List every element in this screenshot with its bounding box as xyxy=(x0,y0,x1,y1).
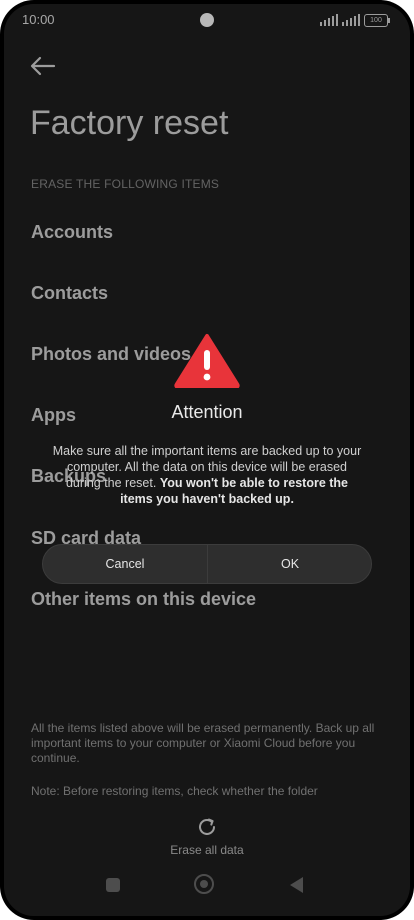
dialog-message: Make sure all the important items are ba… xyxy=(48,443,366,507)
dialog-button-bar: Cancel OK xyxy=(42,544,372,584)
screen: 10:00 100 Factory reset ERASE THE FOLLOW… xyxy=(4,4,410,916)
dialog-title: Attention xyxy=(171,402,243,422)
warning-icon xyxy=(174,334,240,388)
attention-dialog: Attention Make sure all the important it… xyxy=(40,332,374,584)
cancel-button[interactable]: Cancel xyxy=(43,545,207,583)
phone-frame: 10:00 100 Factory reset ERASE THE FOLLOW… xyxy=(0,0,414,920)
ok-button[interactable]: OK xyxy=(208,545,371,583)
